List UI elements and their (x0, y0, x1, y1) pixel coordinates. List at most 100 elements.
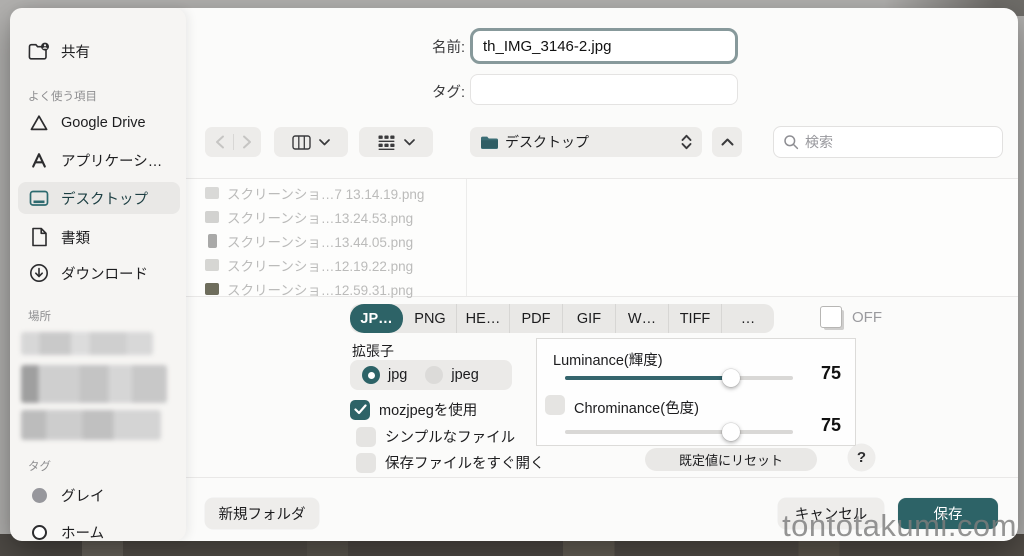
column-divider (466, 179, 467, 296)
file-row[interactable]: スクリーンショ…13.24.53.png (186, 205, 465, 229)
desktop-icon (28, 187, 50, 209)
sidebar-item-downloads[interactable]: ダウンロード (18, 258, 180, 288)
file-browser: スクリーンショ…7 13.14.19.png スクリーンショ…13.24.53.… (186, 178, 1018, 297)
format-tab-gif[interactable]: GIF (562, 304, 615, 333)
radio-jpg-label: jpg (388, 367, 407, 383)
sidebar-item-label: 書類 (61, 227, 90, 248)
mozjpeg-checkbox[interactable] (350, 400, 370, 420)
sidebar-item-documents[interactable]: 書類 (18, 222, 180, 252)
forward-icon[interactable] (242, 135, 252, 149)
open-after-save-checkbox[interactable] (356, 453, 376, 473)
format-tab-png[interactable]: PNG (403, 304, 456, 333)
applications-icon (28, 149, 50, 171)
tags-field-label: タグ: (405, 81, 465, 102)
gray-tag-dot-icon (28, 484, 50, 506)
documents-icon (28, 226, 50, 248)
group-view-button[interactable] (359, 127, 433, 157)
file-thumbnail-icon (205, 259, 219, 271)
grid-group-icon (377, 135, 396, 150)
redacted-location-item[interactable] (21, 365, 167, 403)
luminance-slider[interactable] (565, 376, 793, 380)
watermark: tontotakumi.com (782, 508, 1017, 544)
file-thumbnail-icon (205, 187, 219, 199)
tags-input[interactable] (470, 74, 738, 105)
extension-radio-group: jpg jpeg (350, 360, 512, 390)
luminance-slider-fill (565, 376, 731, 380)
new-folder-button[interactable]: 新規フォルダ (205, 498, 319, 529)
google-drive-icon (28, 112, 50, 134)
sidebar-item-shared[interactable]: 共有 (18, 36, 180, 66)
sidebar-item-tag-gray[interactable]: グレイ (18, 480, 180, 510)
chevron-down-icon (319, 139, 330, 146)
luminance-slider-thumb[interactable] (722, 369, 740, 387)
luminance-label: Luminance(輝度) (553, 349, 663, 370)
mozjpeg-option-row: mozjpegを使用 (350, 399, 477, 420)
format-segmented-control: JP… PNG HE… PDF GIF W… TIFF … (350, 304, 774, 333)
chevron-down-icon (404, 139, 415, 146)
radio-jpeg[interactable] (425, 366, 443, 384)
chrominance-label: Chrominance(色度) (574, 397, 699, 418)
nav-separator (233, 134, 234, 150)
sidebar-section-locations: 場所 (28, 308, 51, 324)
file-row[interactable]: スクリーンショ…7 13.14.19.png (186, 181, 465, 205)
file-thumbnail-icon (205, 211, 219, 223)
sidebar-item-tag-home[interactable]: ホーム (18, 517, 180, 547)
back-icon[interactable] (215, 135, 225, 149)
redacted-location-item[interactable] (21, 410, 161, 440)
chrominance-slider[interactable] (565, 430, 793, 434)
redacted-location-item[interactable] (21, 332, 153, 355)
folder-location-select[interactable]: デスクトップ (470, 127, 702, 157)
footer-divider (186, 477, 1018, 478)
selected-folder-label: デスクトップ (505, 132, 675, 152)
extension-label: 拡張子 (352, 341, 394, 361)
sidebar-item-label: グレイ (61, 485, 105, 506)
sidebar-section-tags: タグ (28, 458, 51, 474)
sidebar-item-label: ホーム (61, 522, 104, 543)
sidebar-item-applications[interactable]: アプリケーシ… (18, 145, 180, 175)
chevron-up-icon (721, 138, 734, 146)
folder-icon (480, 135, 499, 150)
reset-defaults-button[interactable]: 既定値にリセット (645, 448, 817, 471)
format-tab-heic[interactable]: HE… (456, 304, 509, 333)
chrominance-value: 75 (821, 415, 841, 436)
search-field[interactable] (773, 126, 1003, 158)
luminance-value: 75 (821, 363, 841, 384)
column-view-button[interactable] (274, 127, 348, 157)
name-field-label: 名前: (405, 36, 465, 57)
file-row[interactable]: スクリーンショ…12.19.22.png (186, 253, 465, 277)
format-tab-jpg[interactable]: JP… (350, 304, 403, 333)
home-tag-dot-icon (28, 521, 50, 543)
simple-file-option-row: シンプルなファイル (356, 426, 515, 447)
format-tab-tiff[interactable]: TIFF (668, 304, 721, 333)
filename-input[interactable] (470, 28, 738, 64)
simple-file-label: シンプルなファイル (385, 426, 515, 447)
file-row[interactable]: スクリーンショ…13.44.05.png (186, 229, 465, 253)
mozjpeg-label: mozjpegを使用 (379, 399, 477, 420)
collapse-panel-button[interactable] (712, 127, 742, 157)
downloads-icon (28, 262, 50, 284)
chrominance-slider-thumb[interactable] (722, 423, 740, 441)
off-label: OFF (852, 309, 882, 326)
file-row[interactable]: スクリーンショ…12.59.31.png (186, 277, 465, 301)
chrominance-checkbox[interactable] (545, 395, 565, 415)
screen: 名前: タグ: (0, 0, 1024, 556)
format-tab-more[interactable]: … (721, 304, 774, 333)
format-tab-webp[interactable]: W… (615, 304, 668, 333)
help-button[interactable]: ? (848, 444, 875, 471)
shared-folder-icon (28, 40, 50, 62)
radio-jpg[interactable] (362, 366, 380, 384)
sidebar-item-label: デスクトップ (61, 188, 148, 209)
sidebar-item-label: 共有 (61, 41, 90, 62)
sidebar-item-desktop[interactable]: デスクトップ (18, 182, 180, 214)
file-thumbnail-icon (205, 283, 219, 295)
format-tab-pdf[interactable]: PDF (509, 304, 562, 333)
search-input[interactable] (805, 134, 993, 150)
sidebar-item-google-drive[interactable]: Google Drive (18, 108, 180, 138)
sidebar-item-label: Google Drive (61, 115, 146, 131)
sidebar-section-favorites: よく使う項目 (28, 88, 97, 104)
off-checkbox[interactable] (820, 306, 842, 328)
open-after-save-option-row: 保存ファイルをすぐ開く (356, 452, 545, 473)
radio-jpeg-label: jpeg (451, 367, 478, 383)
open-after-save-label: 保存ファイルをすぐ開く (385, 452, 545, 473)
simple-file-checkbox[interactable] (356, 427, 376, 447)
